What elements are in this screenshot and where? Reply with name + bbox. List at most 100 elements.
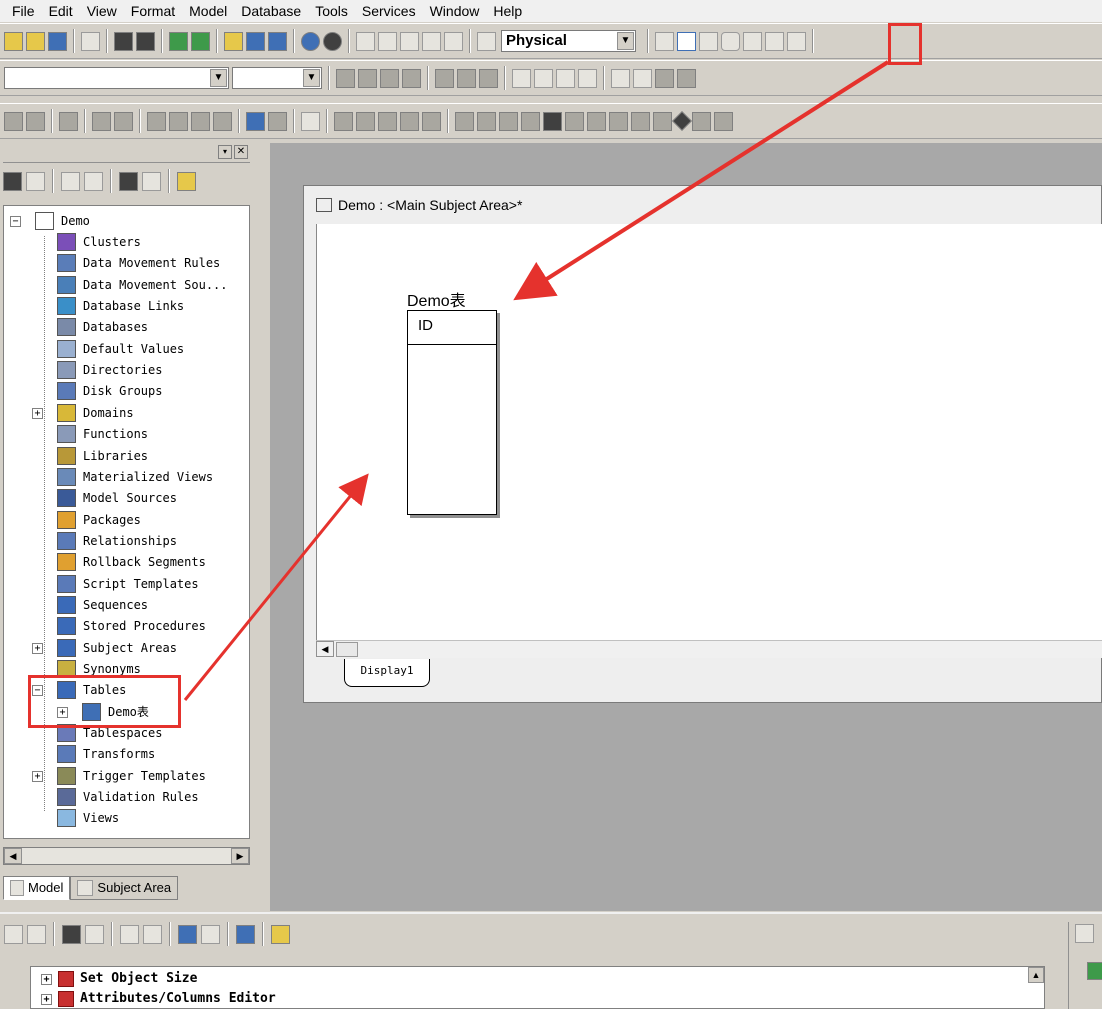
print-icon[interactable] <box>81 31 100 51</box>
tab-display1[interactable]: Display1 <box>344 659 430 687</box>
scroll-right-icon[interactable]: ▶ <box>231 848 249 864</box>
menu-tools[interactable]: Tools <box>308 0 355 22</box>
domain-icon[interactable] <box>147 111 166 131</box>
list-item[interactable]: + Set Object Size <box>41 969 197 989</box>
align-right-icon[interactable] <box>556 68 575 88</box>
macro-icon[interactable] <box>301 111 320 131</box>
spacing-icon[interactable] <box>633 68 652 88</box>
tool-i-icon[interactable] <box>631 111 650 131</box>
user-icon[interactable] <box>334 111 353 131</box>
display-icon[interactable] <box>246 31 265 51</box>
menu-edit[interactable]: Edit <box>42 0 80 22</box>
menu-format[interactable]: Format <box>124 0 182 22</box>
speaker-icon[interactable] <box>400 111 419 131</box>
table-tool-icon[interactable] <box>677 31 696 51</box>
tool-d-icon[interactable] <box>521 111 540 131</box>
properties-icon[interactable] <box>61 171 80 191</box>
zoom-fit-icon[interactable] <box>422 31 441 51</box>
zoom-icon[interactable] <box>356 31 375 51</box>
expand-icon[interactable]: + <box>41 993 52 1005</box>
underline-icon[interactable] <box>380 68 399 88</box>
find-icon[interactable] <box>62 924 81 944</box>
tool-c-icon[interactable] <box>499 111 518 131</box>
refresh-icon[interactable] <box>301 31 320 51</box>
bring-front-icon[interactable] <box>655 68 674 88</box>
lock-icon[interactable] <box>59 111 78 131</box>
relationship-optional-icon[interactable] <box>787 31 806 51</box>
menu-database[interactable]: Database <box>234 0 308 22</box>
close-pane-icon[interactable]: ✕ <box>234 145 248 159</box>
tool-k-icon[interactable] <box>692 111 711 131</box>
key-icon[interactable] <box>114 111 133 131</box>
entity-icon[interactable] <box>26 111 45 131</box>
record-icon[interactable] <box>323 31 342 51</box>
pointer-tool-icon[interactable] <box>655 31 674 51</box>
tool-e-icon[interactable] <box>543 111 562 131</box>
forward-icon[interactable] <box>26 171 45 191</box>
merge-icon[interactable] <box>246 111 265 131</box>
layout-icon[interactable] <box>477 31 496 51</box>
diamond-icon[interactable] <box>672 111 692 131</box>
menu-window[interactable]: Window <box>423 0 487 22</box>
filter-icon[interactable] <box>85 924 104 944</box>
line-color-icon[interactable] <box>479 68 498 88</box>
zoom-out-icon[interactable] <box>400 31 419 51</box>
new-model-icon[interactable] <box>4 31 23 51</box>
chevron-down-icon[interactable]: ▼ <box>303 69 320 87</box>
align-left-icon[interactable] <box>512 68 531 88</box>
relationship-identifying-icon[interactable] <box>743 31 762 51</box>
open-icon[interactable] <box>26 31 45 51</box>
italic-icon[interactable] <box>358 68 377 88</box>
tag-icon[interactable] <box>177 171 196 191</box>
expand-icon[interactable]: + <box>41 973 52 985</box>
view-mode-select[interactable]: Physical ▼ <box>501 30 636 52</box>
expand-icon[interactable]: + <box>32 408 43 419</box>
shape-icon[interactable] <box>213 111 232 131</box>
tool-f-icon[interactable] <box>565 111 584 131</box>
filter-icon[interactable] <box>142 171 161 191</box>
find-icon[interactable] <box>119 171 138 191</box>
chevron-down-icon[interactable]: ▼ <box>617 32 634 50</box>
zoom-page-icon[interactable] <box>444 31 463 51</box>
scroll-up-icon[interactable]: ▲ <box>1028 967 1044 983</box>
bold-icon[interactable] <box>336 68 355 88</box>
font-color-icon[interactable] <box>435 68 454 88</box>
history-icon[interactable] <box>236 924 255 944</box>
font-size-select[interactable]: ▼ <box>232 67 322 89</box>
list-icon[interactable] <box>120 924 139 944</box>
font-name-select[interactable]: ▼ <box>4 67 229 89</box>
relationship-nonidentifying-icon[interactable] <box>765 31 784 51</box>
save-icon[interactable] <box>48 31 67 51</box>
redo-icon[interactable] <box>201 924 220 944</box>
replace-icon[interactable] <box>136 31 155 51</box>
tool-l-icon[interactable] <box>714 111 733 131</box>
rotate-icon[interactable] <box>169 111 188 131</box>
chevron-down-icon[interactable]: ▼ <box>210 69 227 87</box>
split-icon[interactable] <box>268 111 287 131</box>
forward-engineer-icon[interactable] <box>169 31 188 51</box>
sql-check-icon[interactable] <box>422 111 441 131</box>
pin-icon[interactable] <box>4 924 23 944</box>
tool-a-icon[interactable] <box>455 111 474 131</box>
tree-horizontal-scrollbar[interactable]: ◀ ▶ <box>3 847 250 865</box>
pane-menu-icon[interactable]: ▾ <box>218 145 232 159</box>
view-shape-icon[interactable] <box>721 31 740 51</box>
canvas-horizontal-scrollbar[interactable]: ◀ <box>316 640 1102 658</box>
list-item[interactable]: + Attributes/Columns Editor <box>41 989 276 1009</box>
expand-icon[interactable]: + <box>32 771 43 782</box>
distribute-icon[interactable] <box>611 68 630 88</box>
action-list[interactable]: + Set Object Size + Attributes/Columns E… <box>30 966 1045 1009</box>
entity-demo-table[interactable]: ID <box>407 310 497 515</box>
delete-icon[interactable] <box>84 171 103 191</box>
find-icon[interactable] <box>114 31 133 51</box>
scroll-left-icon[interactable]: ◀ <box>316 641 334 657</box>
group-icon[interactable] <box>356 111 375 131</box>
scroll-thumb[interactable] <box>336 642 358 657</box>
subject-area-icon[interactable] <box>224 31 243 51</box>
expand-icon[interactable] <box>27 924 46 944</box>
dock-icon[interactable] <box>1075 924 1094 943</box>
entity-column-id[interactable]: ID <box>418 317 433 334</box>
page-setup-icon[interactable] <box>268 31 287 51</box>
fill-color-icon[interactable] <box>457 68 476 88</box>
menu-services[interactable]: Services <box>355 0 423 22</box>
